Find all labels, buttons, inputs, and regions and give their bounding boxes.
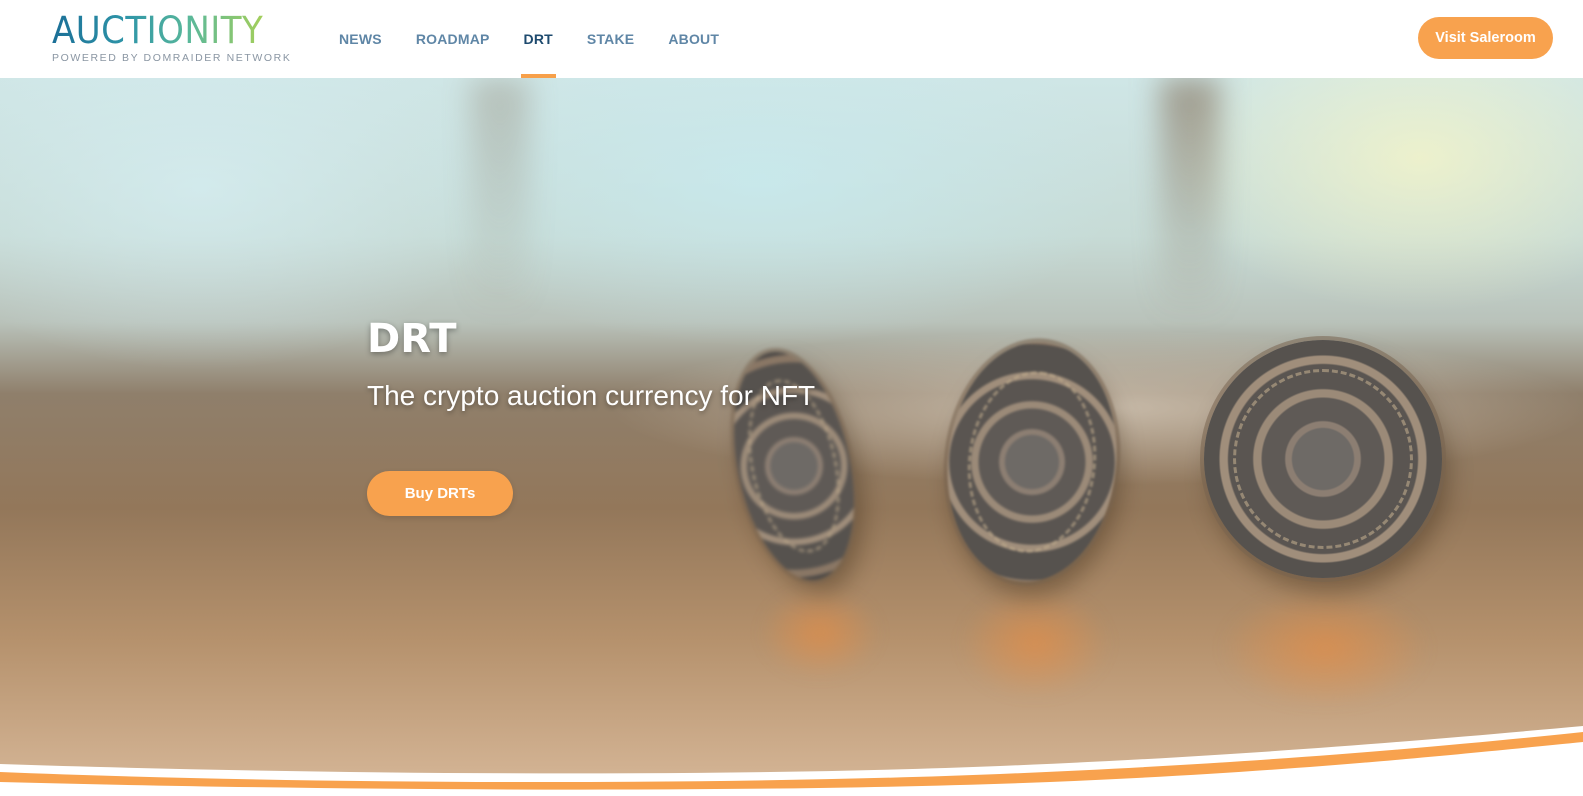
coin-reflection [760,588,880,678]
logo-tagline: POWERED BY DOMRAIDER NETWORK [52,52,292,64]
nav-stake[interactable]: STAKE [570,0,651,78]
coin-ring [1232,368,1414,550]
buy-drts-button[interactable]: Buy DRTs [367,471,513,516]
page-title: DRT [367,316,457,362]
orange-wave-divider [0,726,1583,796]
nav-about[interactable]: ABOUT [651,0,736,78]
nav-drt[interactable]: DRT [507,0,570,78]
site-header: AUCTIONITY POWERED BY DOMRAIDER NETWORK … [0,0,1583,78]
nav-roadmap[interactable]: ROADMAP [399,0,507,78]
main-nav: NEWS ROADMAP DRT STAKE ABOUT [322,0,736,78]
hero-banner: DRT The crypto auction currency for NFT … [0,78,1583,796]
coin-reflection [960,588,1110,698]
auctionity-logo[interactable]: AUCTIONITY POWERED BY DOMRAIDER NETWORK [52,12,292,68]
coin-ring [958,364,1106,560]
coin-reflection [1220,588,1430,708]
hero-subtitle: The crypto auction currency for NFT [367,380,816,411]
logo-wordmark: AUCTIONITY [52,9,264,52]
drt-coin-image [1204,340,1442,578]
background-blur [1160,78,1220,318]
nav-news[interactable]: NEWS [322,0,399,78]
background-blur [470,78,530,318]
visit-saleroom-button[interactable]: Visit Saleroom [1418,17,1553,59]
